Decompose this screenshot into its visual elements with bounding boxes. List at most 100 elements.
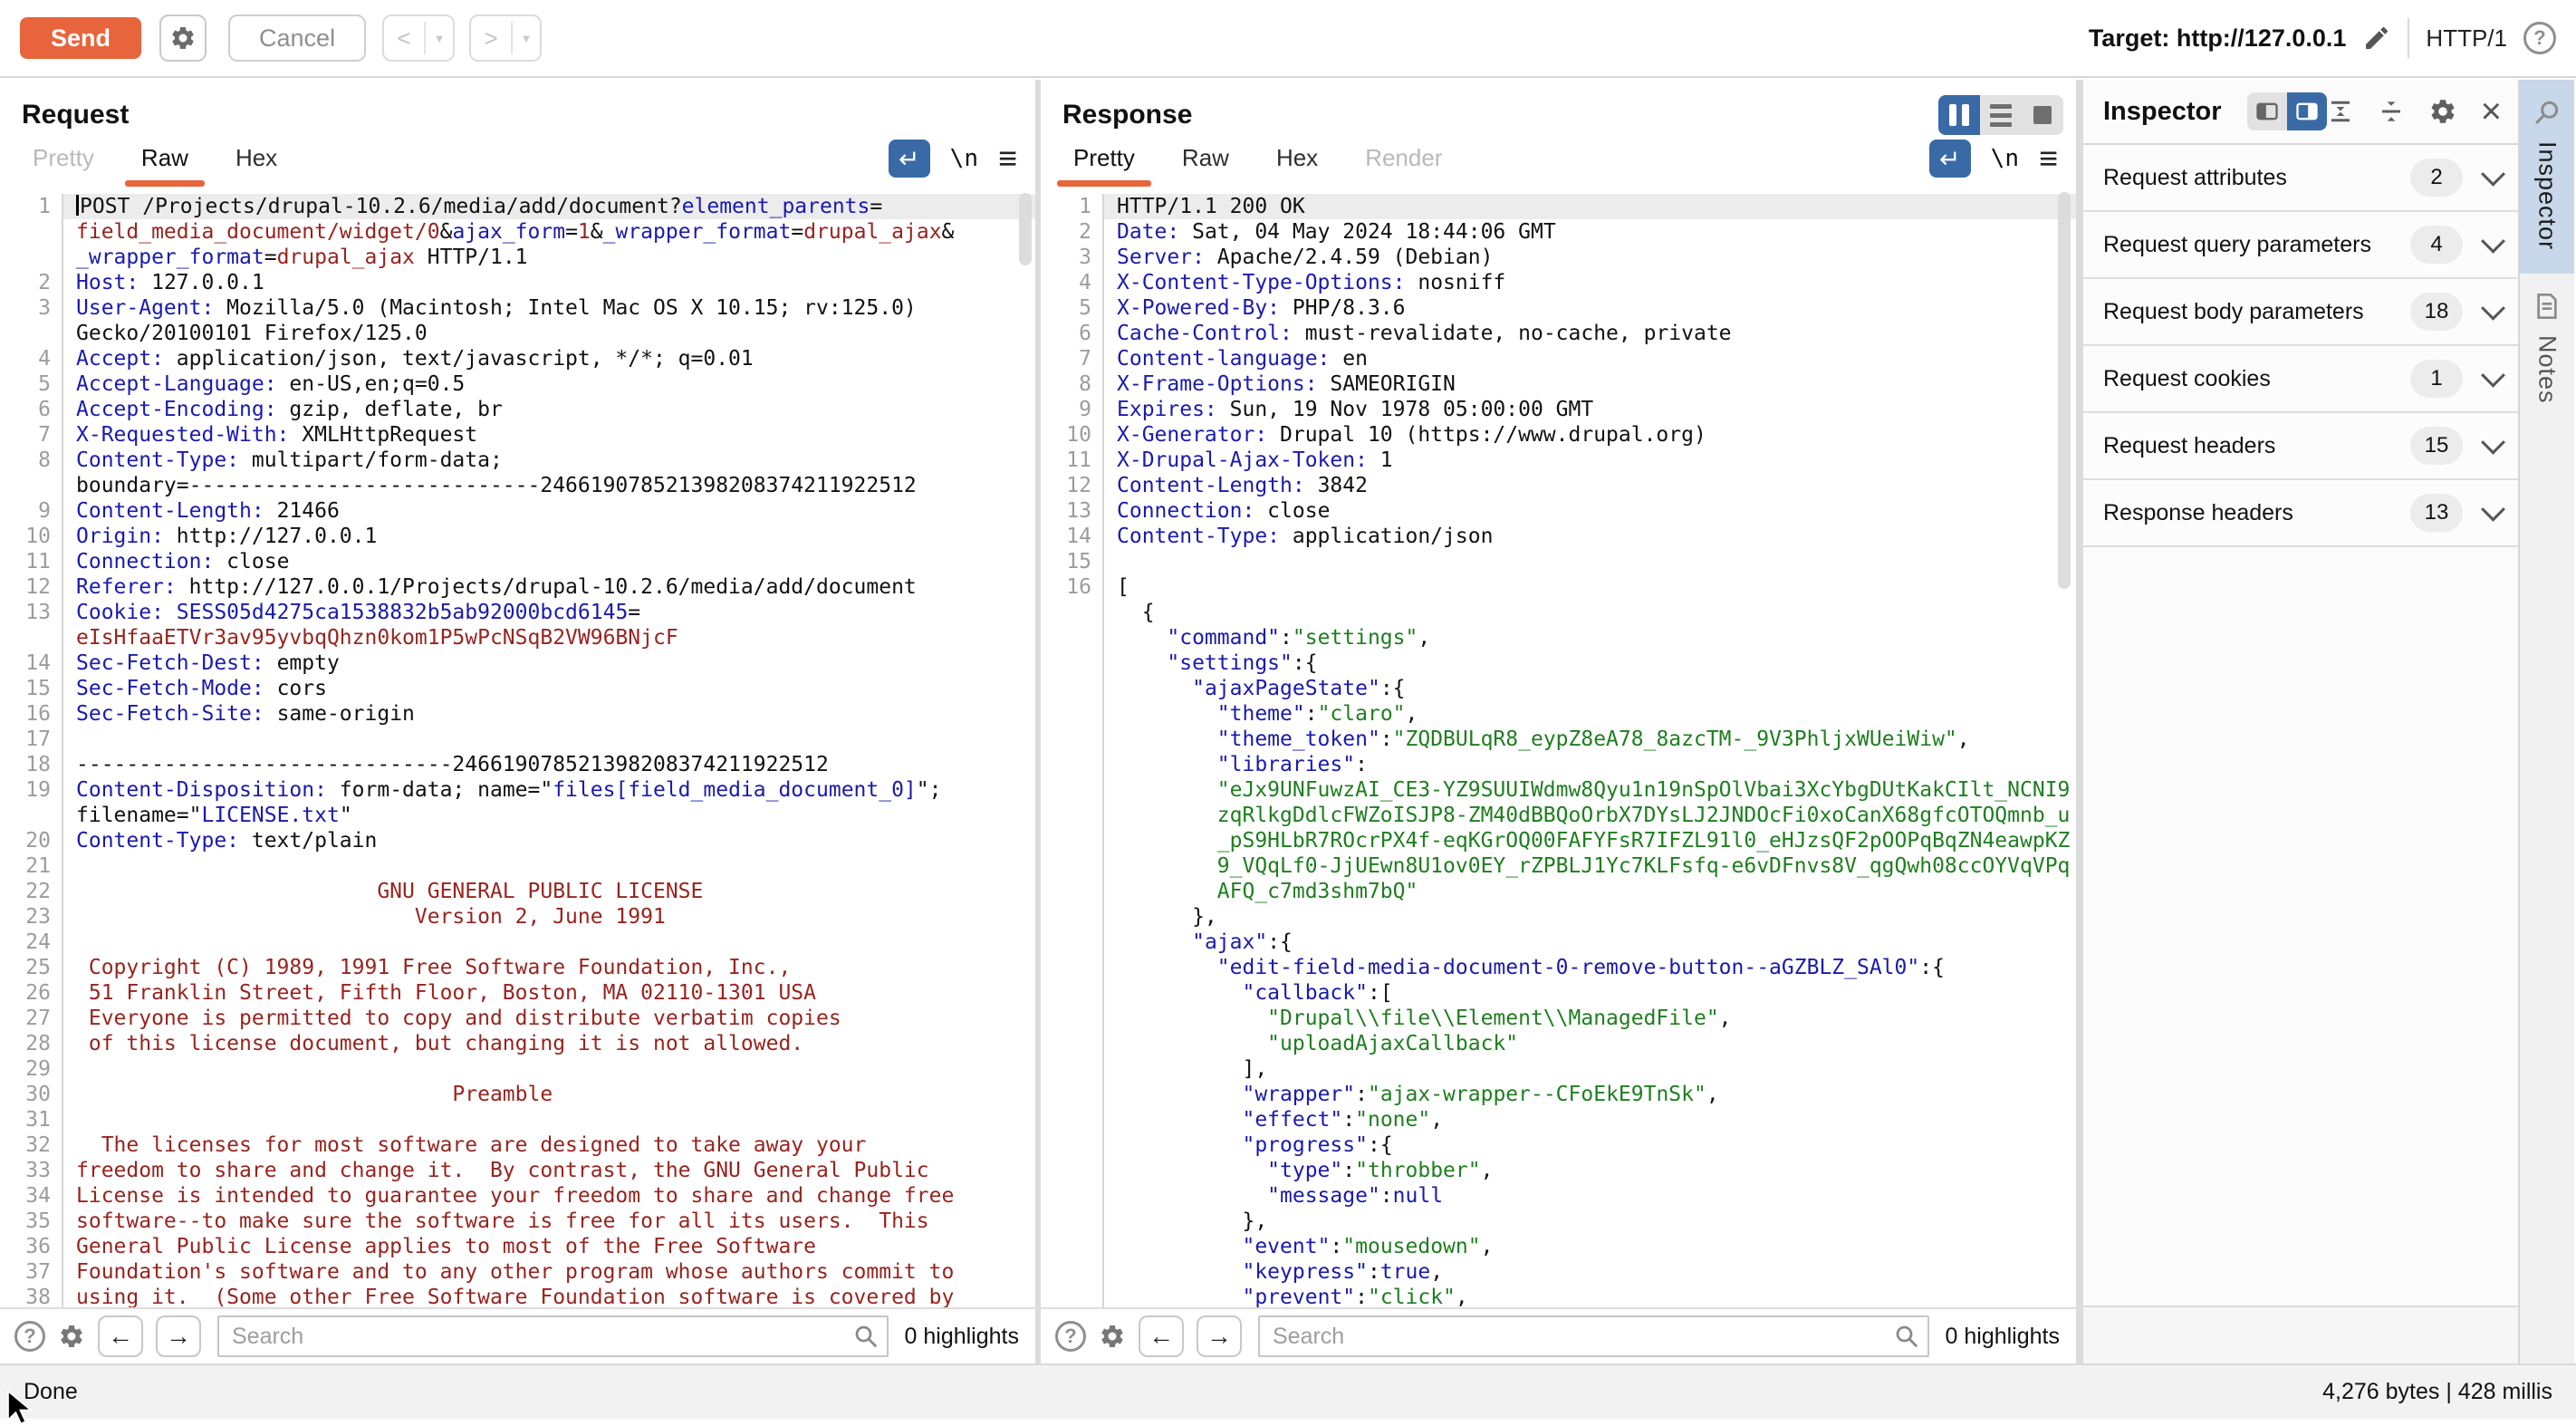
inspector-section-request-cookies[interactable]: Request cookies1	[2083, 346, 2518, 413]
code-line[interactable]: 1POST /Projects/drupal-10.2.6/media/add/…	[0, 194, 1035, 219]
code-line[interactable]: 15	[1041, 549, 2076, 574]
code-line[interactable]: },	[1041, 1209, 2076, 1234]
code-line[interactable]: 29	[0, 1056, 1035, 1082]
code-line[interactable]: "settings":{	[1041, 650, 2076, 676]
code-line[interactable]: 15Sec-Fetch-Mode: cors	[0, 676, 1035, 701]
code-line[interactable]: 6Accept-Encoding: gzip, deflate, br	[0, 397, 1035, 422]
code-line[interactable]: 14Sec-Fetch-Dest: empty	[0, 650, 1035, 676]
code-line[interactable]: _pS9HLbR7ROcrPX4f-eqKGrOQ00FAFYFsR7IFZL9…	[1041, 828, 2076, 853]
code-line[interactable]: 25 Copyright (C) 1989, 1991 Free Softwar…	[0, 955, 1035, 980]
code-line[interactable]: 12Content-Length: 3842	[1041, 473, 2076, 498]
request-scrollbar[interactable]	[1019, 193, 1032, 265]
response-search-input[interactable]	[1258, 1315, 1929, 1357]
search-next-button[interactable]: →	[1197, 1315, 1242, 1357]
code-line[interactable]: 9_VQqLf0-JjUEwn8U1ov0EY_rZPBLJ1Yc7KLFsfq…	[1041, 853, 2076, 879]
help-icon[interactable]: ?	[2523, 22, 2556, 54]
code-line[interactable]: 8Content-Type: multipart/form-data;	[0, 448, 1035, 473]
code-line[interactable]: 2Host: 127.0.0.1	[0, 270, 1035, 295]
chevron-down-icon[interactable]: ▼	[426, 16, 453, 60]
search-settings-gear-icon[interactable]	[1099, 1323, 1126, 1350]
code-line[interactable]: 8X-Frame-Options: SAMEORIGIN	[1041, 371, 2076, 397]
code-line[interactable]: 13Cookie: SESS05d4275ca1538832b5ab92000b…	[0, 600, 1035, 625]
code-line[interactable]: "edit-field-media-document-0-remove-butt…	[1041, 955, 2076, 980]
code-line[interactable]: "theme":"claro",	[1041, 701, 2076, 727]
code-line[interactable]: 34License is intended to guarantee your …	[0, 1183, 1035, 1209]
dock-left-button[interactable]	[2247, 92, 2287, 130]
inspector-section-request-attributes[interactable]: Request attributes2	[2083, 145, 2518, 212]
code-line[interactable]: 3User-Agent: Mozilla/5.0 (Macintosh; Int…	[0, 295, 1035, 321]
http-version-selector[interactable]: HTTP/1	[2426, 24, 2507, 53]
inspector-section-response-headers[interactable]: Response headers13	[2083, 480, 2518, 547]
code-line[interactable]: 2Date: Sat, 04 May 2024 18:44:06 GMT	[1041, 219, 2076, 245]
code-line[interactable]: 3Server: Apache/2.4.59 (Debian)	[1041, 245, 2076, 270]
code-line[interactable]: AFQ_c7md3shm7bQ"	[1041, 879, 2076, 904]
code-line[interactable]: Gecko/20100101 Firefox/125.0	[0, 321, 1035, 346]
inspector-settings-gear-icon[interactable]	[2428, 97, 2457, 126]
code-line[interactable]: eIsHfaaETVr3av95yvbqQhzn0kom1P5wPcNSqB2V…	[0, 625, 1035, 650]
code-line[interactable]: zqRlkgDdlcFWZoISJP8-ZM40dBBQoOrbX7DYsLJ2…	[1041, 803, 2076, 828]
search-help-icon[interactable]: ?	[14, 1321, 45, 1352]
code-line[interactable]: 32 The licenses for most software are de…	[0, 1132, 1035, 1158]
request-tab-pretty[interactable]: Pretty	[9, 144, 118, 187]
code-line[interactable]: 23 Version 2, June 1991	[0, 904, 1035, 930]
code-line[interactable]: 12Referer: http://127.0.0.1/Projects/dru…	[0, 574, 1035, 600]
layout-single-button[interactable]	[2022, 95, 2063, 135]
response-tab-hex[interactable]: Hex	[1253, 144, 1341, 187]
code-line[interactable]: 7X-Requested-With: XMLHttpRequest	[0, 422, 1035, 448]
send-settings-button[interactable]	[159, 14, 207, 62]
code-line[interactable]: 11X-Drupal-Ajax-Token: 1	[1041, 448, 2076, 473]
code-line[interactable]: "libraries":	[1041, 752, 2076, 777]
code-line[interactable]: "callback":[	[1041, 980, 2076, 1006]
code-line[interactable]: 18------------------------------24661907…	[0, 752, 1035, 777]
editor-menu-icon[interactable]: ≡	[998, 142, 1017, 175]
code-line[interactable]: 11Connection: close	[0, 549, 1035, 574]
response-tab-pretty[interactable]: Pretty	[1050, 144, 1158, 187]
code-line[interactable]: 30 Preamble	[0, 1082, 1035, 1107]
next-request-button[interactable]: > ▼	[469, 14, 542, 62]
inspector-section-request-query-parameters[interactable]: Request query parameters4	[2083, 212, 2518, 279]
code-line[interactable]: 6Cache-Control: must-revalidate, no-cach…	[1041, 321, 2076, 346]
code-line[interactable]: 7Content-language: en	[1041, 346, 2076, 371]
code-line[interactable]: 19Content-Disposition: form-data; name="…	[0, 777, 1035, 803]
previous-request-button[interactable]: < ▼	[382, 14, 455, 62]
collapse-all-icon[interactable]	[2378, 98, 2405, 125]
code-line[interactable]: "message":null	[1041, 1183, 2076, 1209]
code-line[interactable]: 14Content-Type: application/json	[1041, 524, 2076, 549]
code-line[interactable]: 24	[0, 930, 1035, 955]
search-settings-gear-icon[interactable]	[58, 1323, 85, 1350]
layout-rows-button[interactable]	[1980, 95, 2022, 135]
cancel-button[interactable]: Cancel	[228, 14, 366, 62]
code-line[interactable]: 9Content-Length: 21466	[0, 498, 1035, 524]
panel-divider[interactable]	[2076, 80, 2083, 1363]
word-wrap-toggle-button[interactable]: ↵	[889, 140, 930, 178]
code-line[interactable]: 22 GNU GENERAL PUBLIC LICENSE	[0, 879, 1035, 904]
side-tab-notes[interactable]: Notes	[2520, 274, 2574, 428]
code-line[interactable]: "progress":{	[1041, 1132, 2076, 1158]
code-line[interactable]: 4Accept: application/json, text/javascri…	[0, 346, 1035, 371]
code-line[interactable]: 13Connection: close	[1041, 498, 2076, 524]
show-newlines-toggle[interactable]: \n	[1991, 145, 2019, 172]
code-line[interactable]: 5Accept-Language: en-US,en;q=0.5	[0, 371, 1035, 397]
response-editor[interactable]: 1HTTP/1.1 200 OK2Date: Sat, 04 May 2024 …	[1041, 187, 2076, 1307]
code-line[interactable]: 5X-Powered-By: PHP/8.3.6	[1041, 295, 2076, 321]
request-tab-raw[interactable]: Raw	[118, 144, 212, 187]
code-line[interactable]: 26 51 Franklin Street, Fifth Floor, Bost…	[0, 980, 1035, 1006]
code-line[interactable]: 33freedom to share and change it. By con…	[0, 1158, 1035, 1183]
code-line[interactable]: field_media_document/widget/0&ajax_form=…	[0, 219, 1035, 245]
code-line[interactable]: "keypress":true,	[1041, 1259, 2076, 1285]
code-line[interactable]: "eJx9UNFuwzAI_CE3-YZ9SUUIWdmw8Qyu1n19nSp…	[1041, 777, 2076, 803]
code-line[interactable]: {	[1041, 600, 2076, 625]
code-line[interactable]: "theme_token":"ZQDBULqR8_eypZ8eA78_8azcT…	[1041, 727, 2076, 752]
code-line[interactable]: 21	[0, 853, 1035, 879]
code-line[interactable]: "wrapper":"ajax-wrapper--CFoEkE9TnSk",	[1041, 1082, 2076, 1107]
code-line[interactable]: "prevent":"click",	[1041, 1285, 2076, 1307]
code-line[interactable]: 16[	[1041, 574, 2076, 600]
inspector-section-request-body-parameters[interactable]: Request body parameters18	[2083, 279, 2518, 346]
response-tab-render[interactable]: Render	[1341, 144, 1466, 187]
code-line[interactable]: 38using it. (Some other Free Software Fo…	[0, 1285, 1035, 1307]
code-line[interactable]: "ajaxPageState":{	[1041, 676, 2076, 701]
code-line[interactable]: ],	[1041, 1056, 2076, 1082]
code-line[interactable]: 9Expires: Sun, 19 Nov 1978 05:00:00 GMT	[1041, 397, 2076, 422]
code-line[interactable]: 28 of this license document, but changin…	[0, 1031, 1035, 1056]
code-line[interactable]: 17	[0, 727, 1035, 752]
